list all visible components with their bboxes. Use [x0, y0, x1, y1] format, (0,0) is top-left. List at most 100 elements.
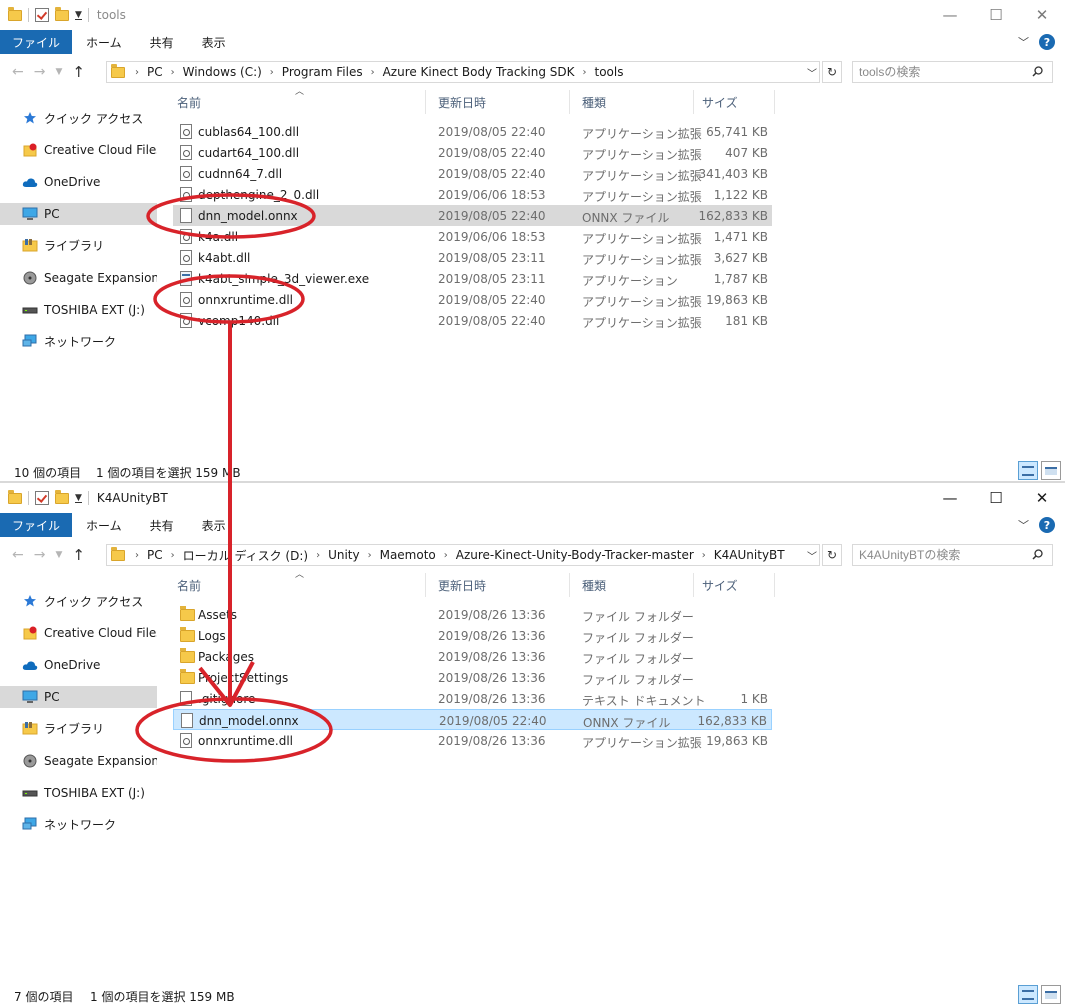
sidebar-item[interactable]: TOSHIBA EXT (J:) — [0, 299, 157, 321]
maximize-icon[interactable]: ☐ — [973, 0, 1019, 30]
chevron-right-icon[interactable]: › — [316, 550, 320, 561]
minimize-icon[interactable]: — — [927, 483, 973, 513]
sidebar-item[interactable]: OneDrive — [0, 654, 157, 676]
customize-toolbar-chevron-icon[interactable]: ▼ — [75, 10, 82, 20]
breadcrumb-item[interactable]: K4AUnityBT — [714, 548, 785, 562]
back-arrow-icon[interactable]: ← — [12, 547, 24, 563]
sidebar-item[interactable]: TOSHIBA EXT (J:) — [0, 782, 157, 804]
column-size[interactable]: サイズ — [702, 577, 738, 594]
forward-arrow-icon[interactable]: → — [34, 547, 46, 563]
chevron-right-icon[interactable]: › — [368, 550, 372, 561]
column-name[interactable]: 名前 — [177, 577, 201, 594]
column-date[interactable]: 更新日時 — [438, 577, 486, 594]
address-dropdown-chevron-icon[interactable]: ﹀ — [807, 65, 817, 80]
refresh-icon[interactable]: ↻ — [822, 544, 842, 566]
large-icons-view-icon[interactable] — [1041, 985, 1061, 1004]
search-input[interactable] — [852, 61, 1053, 83]
large-icons-view-icon[interactable] — [1041, 461, 1061, 480]
sidebar-item[interactable]: ライブラリ — [0, 717, 157, 739]
maximize-icon[interactable]: ☐ — [973, 483, 1019, 513]
file-row[interactable]: depthengine_2_0.dll 2019/06/06 18:53 アプリケー… — [173, 184, 772, 205]
tab-share[interactable]: 共有 — [136, 30, 188, 54]
search-input[interactable] — [852, 544, 1053, 566]
up-arrow-icon[interactable]: ↑ — [72, 546, 85, 564]
help-icon[interactable]: ? — [1039, 34, 1055, 50]
minimize-icon[interactable]: — — [927, 0, 973, 30]
file-row[interactable]: .gitignore 2019/08/26 13:36 テキスト ドキュメント 1 K… — [173, 688, 772, 709]
new-folder-icon[interactable] — [55, 6, 69, 21]
up-arrow-icon[interactable]: ↑ — [72, 63, 85, 81]
chevron-right-icon[interactable]: › — [171, 550, 175, 561]
address-bar[interactable]: › PC › ローカル ディスク (D:) › Unity › Maemoto › Azure-… — [106, 544, 820, 566]
breadcrumb-item[interactable]: Unity — [328, 548, 360, 562]
help-icon[interactable]: ? — [1039, 517, 1055, 533]
close-icon[interactable]: ✕ — [1019, 0, 1065, 30]
details-view-icon[interactable] — [1018, 985, 1038, 1004]
file-row[interactable]: dnn_model.onnx 2019/08/05 22:40 ONNX ファイル 1… — [173, 205, 772, 226]
file-row[interactable]: k4a.dll 2019/06/06 18:53 アプリケーション拡張 1,471 K… — [173, 226, 772, 247]
file-row[interactable]: onnxruntime.dll 2019/08/26 13:36 アプリケーション拡… — [173, 730, 772, 751]
sidebar-item[interactable]: OneDrive — [0, 171, 157, 193]
chevron-right-icon[interactable]: › — [171, 67, 175, 78]
properties-icon[interactable] — [35, 491, 49, 505]
file-row[interactable]: Packages 2019/08/26 13:36 ファイル フォルダー — [173, 646, 772, 667]
chevron-right-icon[interactable]: › — [371, 67, 375, 78]
tab-home[interactable]: ホーム — [72, 513, 136, 537]
sidebar-item[interactable]: ネットワーク — [0, 813, 157, 835]
file-row[interactable]: k4abt_simple_3d_viewer.exe 2019/08/05 23:… — [173, 268, 772, 289]
column-date[interactable]: 更新日時 — [438, 94, 486, 111]
sidebar-item[interactable]: Creative Cloud Files — [0, 622, 157, 644]
expand-ribbon-chevron-icon[interactable]: ﹀ — [1018, 34, 1029, 50]
file-row[interactable]: dnn_model.onnx 2019/08/05 22:40 ONNX ファイル 1… — [173, 709, 772, 730]
breadcrumb-item[interactable]: Program Files — [282, 65, 363, 79]
back-arrow-icon[interactable]: ← — [12, 64, 24, 80]
tab-file[interactable]: ファイル — [0, 513, 73, 537]
file-row[interactable]: vcomp140.dll 2019/08/05 22:40 アプリケーション拡張 18… — [173, 310, 772, 331]
address-dropdown-chevron-icon[interactable]: ﹀ — [807, 548, 817, 563]
sidebar-item[interactable]: ライブラリ — [0, 234, 157, 256]
chevron-right-icon[interactable]: › — [270, 67, 274, 78]
breadcrumb-item[interactable]: Azure Kinect Body Tracking SDK — [383, 65, 575, 79]
customize-toolbar-chevron-icon[interactable]: ▼ — [75, 493, 82, 503]
sidebar-item[interactable]: クイック アクセス — [0, 590, 157, 612]
tab-view[interactable]: 表示 — [188, 30, 240, 54]
file-row[interactable]: ProjectSettings 2019/08/26 13:36 ファイル フォルダ… — [173, 667, 772, 688]
sidebar-item[interactable]: PC — [0, 686, 157, 708]
tab-view[interactable]: 表示 — [188, 513, 240, 537]
breadcrumb-item[interactable]: PC — [147, 65, 163, 79]
expand-ribbon-chevron-icon[interactable]: ﹀ — [1018, 517, 1029, 533]
properties-icon[interactable] — [35, 8, 49, 22]
file-row[interactable]: k4abt.dll 2019/08/05 23:11 アプリケーション拡張 3,627… — [173, 247, 772, 268]
new-folder-icon[interactable] — [55, 489, 69, 504]
sidebar-item[interactable]: Seagate Expansion Dr — [0, 267, 157, 289]
sidebar-item[interactable]: ネットワーク — [0, 330, 157, 352]
details-view-icon[interactable] — [1018, 461, 1038, 480]
sidebar-item[interactable]: クイック アクセス — [0, 107, 157, 129]
tab-home[interactable]: ホーム — [72, 30, 136, 54]
sidebar-item[interactable]: Seagate Expansion Dr — [0, 750, 157, 772]
file-row[interactable]: cudnn64_7.dll 2019/08/05 22:40 アプリケーション拡張 3… — [173, 163, 772, 184]
chevron-right-icon[interactable]: › — [444, 550, 448, 561]
chevron-right-icon[interactable]: › — [702, 550, 706, 561]
column-size[interactable]: サイズ — [702, 94, 738, 111]
column-name[interactable]: 名前 — [177, 94, 201, 111]
breadcrumb-item[interactable]: Azure-Kinect-Unity-Body-Tracker-master — [456, 548, 694, 562]
file-row[interactable]: Assets 2019/08/26 13:36 ファイル フォルダー — [173, 604, 772, 625]
sidebar-item[interactable]: Creative Cloud Files — [0, 139, 157, 161]
address-bar[interactable]: › PC › Windows (C:) › Program Files › Azure Ki… — [106, 61, 820, 83]
close-icon[interactable]: ✕ — [1019, 483, 1065, 513]
recent-locations-chevron-icon[interactable]: ▼ — [55, 67, 62, 77]
recent-locations-chevron-icon[interactable]: ▼ — [55, 550, 62, 560]
breadcrumb-item[interactable]: tools — [594, 65, 623, 79]
column-type[interactable]: 種類 — [582, 94, 606, 111]
tab-share[interactable]: 共有 — [136, 513, 188, 537]
file-row[interactable]: cublas64_100.dll 2019/08/05 22:40 アプリケーション… — [173, 121, 772, 142]
tab-file[interactable]: ファイル — [0, 30, 73, 54]
refresh-icon[interactable]: ↻ — [822, 61, 842, 83]
file-row[interactable]: Logs 2019/08/26 13:36 ファイル フォルダー — [173, 625, 772, 646]
forward-arrow-icon[interactable]: → — [34, 64, 46, 80]
breadcrumb-item[interactable]: Maemoto — [380, 548, 436, 562]
chevron-right-icon[interactable]: › — [582, 67, 586, 78]
breadcrumb-item[interactable]: Windows (C:) — [183, 65, 262, 79]
sidebar-item[interactable]: PC — [0, 203, 157, 225]
